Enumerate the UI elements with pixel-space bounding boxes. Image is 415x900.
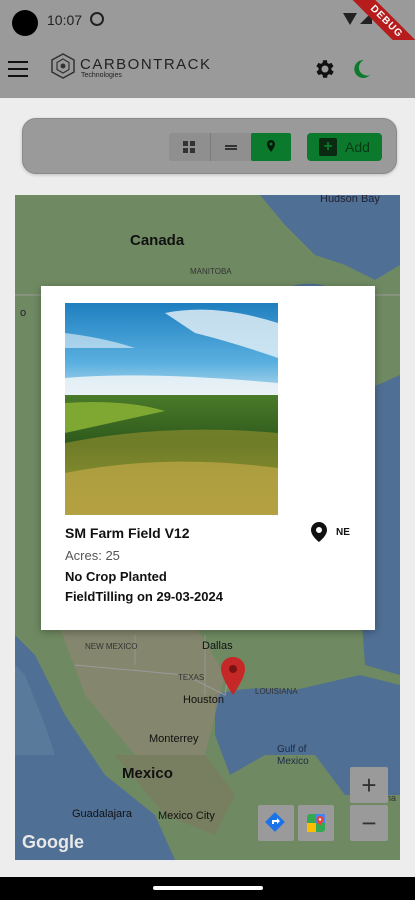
map-label-louisiana: LOUISIANA xyxy=(255,687,298,696)
gear-icon[interactable] xyxy=(313,57,337,81)
map-label-monterrey: Monterrey xyxy=(149,733,199,745)
map-label-hudson-bay: Hudson Bay xyxy=(320,195,380,205)
map-label-dallas: Dallas xyxy=(202,640,233,652)
map-label-gulf-mexico: Mexico xyxy=(277,756,309,767)
hamburger-menu-icon[interactable] xyxy=(8,61,28,77)
gesture-bar xyxy=(0,877,415,900)
logo-title: CARBONTRACK xyxy=(80,56,212,73)
field-photo xyxy=(65,303,278,515)
map-label-mexico-city: Mexico City xyxy=(158,810,215,822)
camera-cutout xyxy=(12,10,38,36)
map-pin-icon xyxy=(267,140,275,152)
map-marker-icon[interactable] xyxy=(221,657,245,695)
zoom-in-button[interactable]: + xyxy=(350,767,388,803)
grid-view-button[interactable] xyxy=(169,133,209,161)
field-crop: No Crop Planted xyxy=(65,569,167,584)
field-info-card[interactable]: SM Farm Field V12 NE Acres: 25 No Crop P… xyxy=(41,286,375,630)
field-acres: Acres: 25 xyxy=(65,548,120,563)
plus-icon: + xyxy=(319,138,337,156)
field-activity: FieldTilling on 29-03-2024 xyxy=(65,589,223,604)
map-label-new-mexico: NEW MEXICO xyxy=(85,642,138,651)
map-label-texas: TEXAS xyxy=(178,673,205,682)
google-logo: Google xyxy=(22,832,84,852)
map-label-gulf: Gulf of xyxy=(277,744,307,755)
field-state: NE xyxy=(336,527,350,538)
add-field-button[interactable]: + Add xyxy=(307,133,382,161)
grid-view-icon xyxy=(183,141,195,153)
zoom-out-button[interactable]: − xyxy=(350,805,388,841)
status-time: 10:07 xyxy=(47,12,83,28)
moon-icon[interactable] xyxy=(350,58,372,80)
home-indicator[interactable] xyxy=(153,886,263,890)
logo-subtitle: Technologies xyxy=(81,72,122,79)
map-view-button[interactable] xyxy=(251,133,291,161)
list-view-icon xyxy=(225,145,237,150)
location-pin-icon xyxy=(311,522,327,542)
map-label-canada: Canada xyxy=(130,232,185,249)
open-in-maps-button[interactable] xyxy=(298,805,334,841)
directions-button[interactable] xyxy=(258,805,294,841)
wifi-icon xyxy=(343,13,357,25)
status-bar: 10:07 DEBUG xyxy=(0,0,415,67)
map-label-guadalajara: Guadalajara xyxy=(72,808,132,820)
map-label-partial: o xyxy=(20,307,27,319)
directions-icon xyxy=(265,812,285,832)
map-label-manitoba: MANITOBA xyxy=(190,267,232,276)
map-label-houston: Houston xyxy=(183,694,224,706)
map-label-mexico: Mexico xyxy=(122,765,173,782)
add-button-label: Add xyxy=(345,139,370,155)
view-toggle-group xyxy=(169,133,291,161)
google-maps-icon xyxy=(307,814,325,832)
field-name: SM Farm Field V12 xyxy=(65,525,190,541)
view-toolbar: + Add xyxy=(22,118,397,174)
app-notification-icon xyxy=(90,12,104,26)
list-view-button[interactable] xyxy=(210,133,250,161)
app-bar: CARBONTRACK Technologies xyxy=(0,40,415,98)
carbontrack-logo-icon xyxy=(51,53,75,79)
